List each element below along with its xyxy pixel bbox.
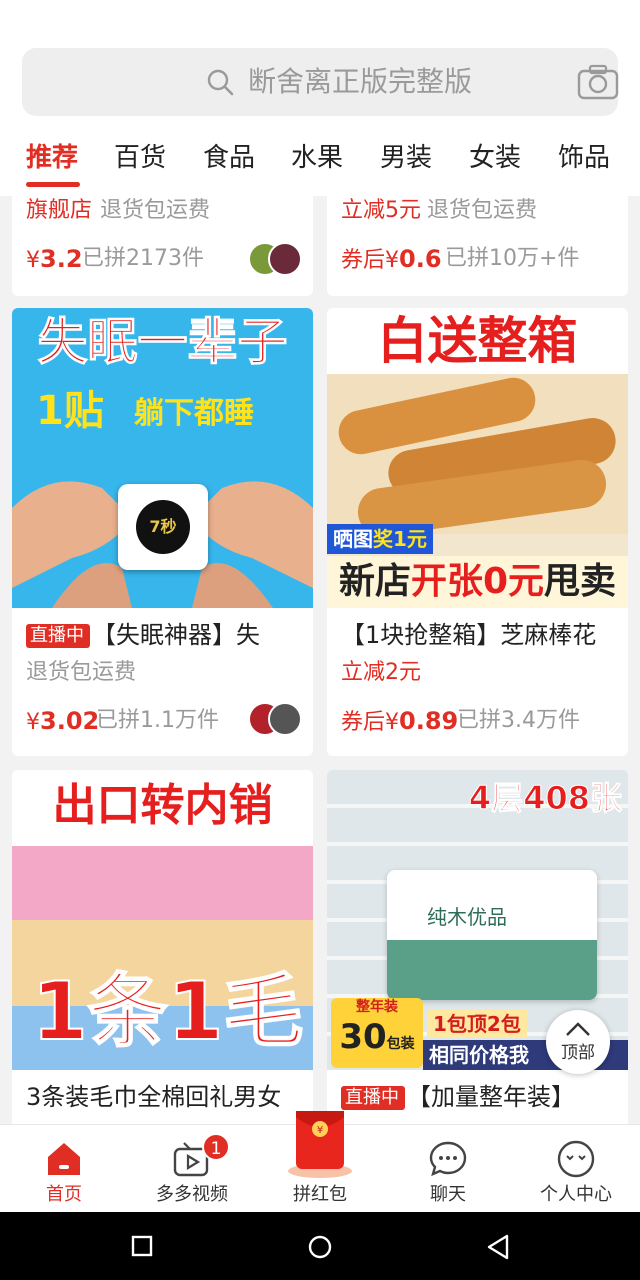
chevron-up-icon xyxy=(566,1022,590,1036)
product-card[interactable]: 出口转内销 1条1毛 3条装毛巾全棉回礼男女 xyxy=(12,770,313,1124)
sold-count: 已拼1.1万件 xyxy=(96,708,219,733)
tab-fruit[interactable]: 水果 xyxy=(291,140,343,176)
price: 券后¥0.89 xyxy=(341,707,459,735)
nav-video[interactable]: 1 多多视频 xyxy=(128,1125,256,1213)
image-banner-text: 出口转内销 xyxy=(52,780,273,831)
nav-profile[interactable]: 个人中心 xyxy=(512,1125,640,1213)
camera-icon[interactable] xyxy=(577,64,619,100)
product-title: 【1块抢整箱】芝麻棒花 xyxy=(341,621,597,649)
tab-menswear[interactable]: 男装 xyxy=(380,140,432,176)
scroll-to-top-label: 顶部 xyxy=(561,1043,595,1063)
product-card[interactable]: 立减5元 退货包运费 券后¥0.6 已拼10万+件 xyxy=(327,196,628,296)
tab-food[interactable]: 食品 xyxy=(203,140,255,176)
product-card[interactable]: 白送整箱 晒图奖1元 新店开张0元甩卖 【1块抢整箱】芝麻棒花 立减2元 券后¥… xyxy=(327,308,628,756)
product-card[interactable]: 失眠一辈子 1贴 躺下都睡 7秒 直播中 【失眠神器】失 退货包运费 ¥3.02 … xyxy=(12,308,313,756)
price: ¥3.2 xyxy=(26,245,83,273)
recent-apps-icon[interactable] xyxy=(131,1235,153,1257)
product-image: 白送整箱 晒图奖1元 新店开张0元甩卖 xyxy=(327,308,628,608)
back-icon[interactable] xyxy=(486,1234,510,1260)
red-envelope-icon: ¥ xyxy=(288,1111,352,1178)
profile-icon xyxy=(557,1140,595,1178)
price: ¥3.02 xyxy=(26,707,100,735)
home-icon xyxy=(48,1143,80,1175)
tissue-pack: 纯木优品 xyxy=(387,870,597,1000)
search-icon xyxy=(207,69,234,96)
nav-home[interactable]: 首页 xyxy=(0,1125,128,1213)
product-image: 出口转内销 1条1毛 xyxy=(12,770,313,1070)
image-strip-text: 1包顶2包 xyxy=(427,1010,527,1038)
search-input[interactable]: 断舍离正版完整版 xyxy=(248,64,472,100)
shipping-tag: 退货包运费 xyxy=(26,660,137,685)
shipping-tag: 退货包运费 xyxy=(100,198,211,223)
product-title: 3条装毛巾全棉回礼男女 xyxy=(26,1083,282,1111)
price: 券后¥0.6 xyxy=(341,245,442,273)
nav-label: 拼红包 xyxy=(293,1184,347,1205)
image-banner-big: 1条1毛 xyxy=(31,964,304,1059)
nav-label: 多多视频 xyxy=(156,1184,228,1205)
tab-general-goods[interactable]: 百货 xyxy=(114,140,166,176)
discount-tag: 立减5元 xyxy=(341,198,421,223)
scroll-to-top-button[interactable]: 顶部 xyxy=(546,1010,610,1074)
nav-label: 个人中心 xyxy=(540,1184,612,1205)
nav-label: 聊天 xyxy=(430,1184,466,1205)
tab-womenswear[interactable]: 女装 xyxy=(469,140,521,176)
notification-badge: 1 xyxy=(202,1133,230,1161)
pack-label: 纯木优品 xyxy=(427,905,507,929)
image-banner-subtext: 1贴 xyxy=(36,388,104,434)
system-nav-bar xyxy=(0,1212,640,1280)
product-feed[interactable]: 旗舰店 退货包运费 ¥3.2 已拼2173件 立减5元 退货包运费 券后¥0.6… xyxy=(0,196,640,1124)
product-title: 直播中 【加量整年装】 xyxy=(341,1082,575,1112)
nav-red-envelope[interactable]: ¥ 拼红包 xyxy=(256,1111,384,1213)
buyer-avatars xyxy=(248,702,304,738)
tab-recommend[interactable]: 推荐 xyxy=(26,140,78,176)
avatar xyxy=(268,702,302,736)
sold-count: 已拼3.4万件 xyxy=(457,708,580,733)
patch-product: 7秒 xyxy=(118,484,208,570)
image-badge: 晒图奖1元 xyxy=(327,524,433,554)
image-banner-bottom: 新店开张0元甩卖 xyxy=(327,556,628,608)
chat-icon xyxy=(429,1141,467,1177)
shipping-tag: 退货包运费 xyxy=(427,198,538,223)
image-banner-text: 4层408张 xyxy=(468,779,622,818)
live-badge: 直播中 xyxy=(26,624,90,648)
tab-accessories[interactable]: 饰品 xyxy=(558,140,610,176)
image-banner-text: 白送整箱 xyxy=(327,308,628,376)
towel-pink xyxy=(12,846,313,926)
title-text: 【失眠神器】失 xyxy=(92,621,260,649)
sesame-sticks-illustration xyxy=(327,374,628,534)
product-title: 直播中 【失眠神器】失 xyxy=(26,620,260,650)
store-tag: 旗舰店 xyxy=(26,198,93,223)
product-card[interactable]: 旗舰店 退货包运费 ¥3.2 已拼2173件 xyxy=(12,196,313,296)
image-corner-badge: 整年装 30包装 xyxy=(331,998,423,1068)
status-bar xyxy=(0,0,640,36)
image-banner-subtext: 躺下都睡 xyxy=(134,396,254,431)
category-tabs: 推荐 百货 食品 水果 男装 女装 饰品 xyxy=(0,126,640,194)
active-tab-indicator xyxy=(26,182,80,187)
home-circle-icon[interactable] xyxy=(307,1234,333,1260)
search-bar[interactable]: 断舍离正版完整版 xyxy=(22,48,619,116)
title-text: 【加量整年装】 xyxy=(407,1083,575,1111)
discount-tag: 立减2元 xyxy=(341,660,421,685)
buyer-avatars xyxy=(248,242,304,278)
sold-count: 已拼10万+件 xyxy=(445,246,580,271)
pack-band xyxy=(387,940,597,1000)
brand-logo: 7秒 xyxy=(136,500,190,554)
bottom-nav: 首页 1 多多视频 ¥ 拼红包 聊天 个人中心 xyxy=(0,1111,640,1213)
svg-text:¥: ¥ xyxy=(317,1125,323,1136)
nav-label: 首页 xyxy=(46,1184,82,1205)
avatar xyxy=(268,242,302,276)
image-banner-text: 失眠一辈子 xyxy=(37,313,288,372)
sold-count: 已拼2173件 xyxy=(82,246,204,271)
product-image: 失眠一辈子 1贴 躺下都睡 7秒 xyxy=(12,308,313,608)
nav-chat[interactable]: 聊天 xyxy=(384,1125,512,1213)
